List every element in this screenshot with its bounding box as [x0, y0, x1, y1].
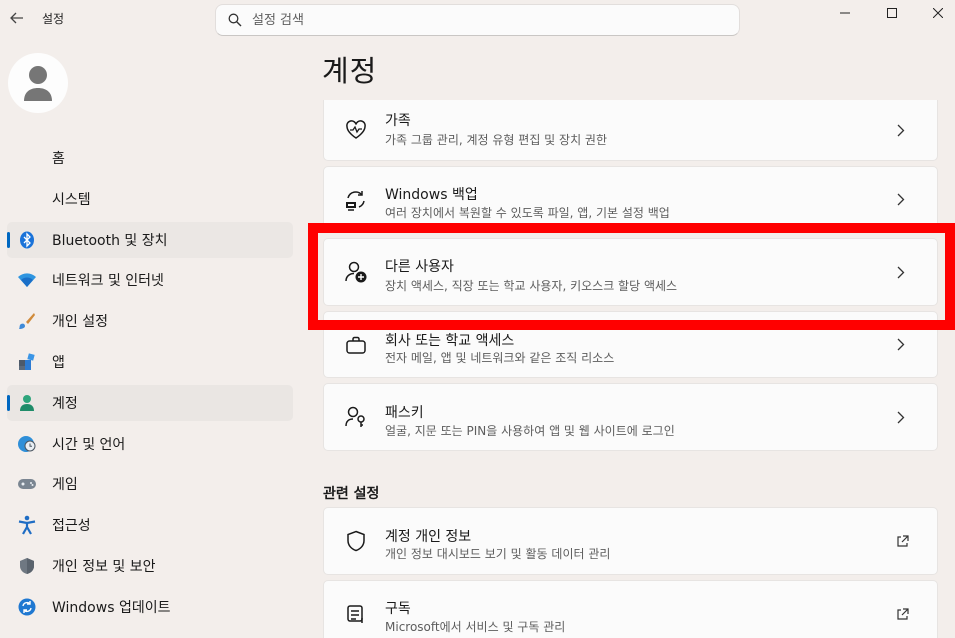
sidebar-item-apps[interactable]: 앱: [7, 344, 293, 380]
shield-icon: [17, 557, 37, 575]
sidebar-item-label: 시간 및 언어: [52, 436, 126, 453]
sidebar-item-accounts[interactable]: 계정: [7, 384, 293, 421]
briefcase-icon: [344, 333, 368, 357]
sidebar-item-label: 네트워크 및 인터넷: [52, 273, 164, 290]
card-subtitle: 여러 장치에서 복원할 수 있도록 파일, 앱, 기본 설정 백업: [385, 206, 670, 220]
card-title: 계정 개인 정보: [385, 529, 472, 545]
sidebar-item-label: Bluetooth 및 장치: [52, 232, 168, 249]
search-box[interactable]: [215, 4, 740, 36]
add-user-icon: [344, 260, 368, 284]
sidebar-item-personalization[interactable]: 개인 설정: [7, 303, 293, 339]
card-passkey[interactable]: 패스키 얼굴, 지문 또는 PIN을 사용하여 앱 및 웹 사이트에 로그인: [323, 383, 938, 451]
search-icon: [228, 13, 242, 27]
card-subtitle: 개인 정보 대시보드 보기 및 활동 데이터 관리: [385, 547, 611, 561]
card-subtitle: 전자 메일, 앱 및 네트워크와 같은 조직 리소스: [385, 351, 615, 365]
card-subtitle: Microsoft에서 서비스 및 구독 관리: [385, 620, 566, 634]
close-button[interactable]: [915, 0, 955, 26]
related-settings-label: 관련 설정: [323, 486, 380, 502]
card-title: 가족: [385, 113, 411, 129]
card-title: 회사 또는 학교 액세스: [385, 333, 515, 349]
back-button[interactable]: [6, 6, 28, 30]
card-subtitle: 장치 액세스, 직장 또는 학교 사용자, 키오스크 할당 액세스: [385, 279, 678, 293]
update-icon: [17, 598, 37, 616]
backup-icon: [344, 188, 368, 212]
card-other-users[interactable]: 다른 사용자 장치 액세스, 직장 또는 학교 사용자, 키오스크 할당 액세스: [323, 238, 938, 306]
card-windows-backup[interactable]: Windows 백업 여러 장치에서 복원할 수 있도록 파일, 앱, 기본 설…: [323, 166, 938, 233]
card-title: 다른 사용자: [385, 259, 454, 275]
shield-outline-icon: [344, 529, 368, 553]
sidebar-item-label: 개인 설정: [52, 314, 108, 331]
chevron-right-icon: [895, 123, 907, 137]
sidebar-item-label: 개인 정보 및 보안: [52, 558, 156, 575]
globe-clock-icon: [17, 435, 37, 453]
card-subtitle: 가족 그룹 관리, 계정 유형 편집 및 장치 권한: [385, 133, 608, 147]
card-family[interactable]: 가족 가족 그룹 관리, 계정 유형 편집 및 장치 권한: [323, 100, 938, 161]
minimize-button[interactable]: [822, 0, 868, 26]
minimize-icon: [840, 12, 850, 14]
back-arrow-icon: [10, 12, 23, 24]
user-avatar[interactable]: [8, 53, 68, 113]
sidebar-item-system[interactable]: 시스템: [7, 181, 293, 217]
external-link-icon: [895, 607, 909, 621]
sidebar-item-privacy-security[interactable]: 개인 정보 및 보안: [7, 548, 293, 584]
brush-icon: [17, 312, 37, 330]
accessibility-icon: [17, 515, 37, 535]
maximize-icon: [887, 8, 897, 18]
subscription-icon: [344, 602, 368, 626]
chevron-right-icon: [895, 265, 907, 279]
sidebar-item-label: 계정: [52, 395, 78, 412]
sidebar-item-label: 홈: [52, 151, 65, 167]
sidebar-item-network[interactable]: 네트워크 및 인터넷: [7, 262, 293, 298]
card-title: 패스키: [385, 405, 424, 421]
close-icon: [933, 8, 943, 18]
sidebar-item-bluetooth[interactable]: Bluetooth 및 장치: [7, 221, 293, 258]
card-subscriptions[interactable]: 구독 Microsoft에서 서비스 및 구독 관리: [323, 580, 938, 638]
card-title: Windows 백업: [385, 187, 478, 203]
sidebar-item-time-language[interactable]: 시간 및 언어: [7, 426, 293, 462]
maximize-button[interactable]: [869, 0, 915, 26]
chevron-right-icon: [895, 410, 907, 424]
sidebar-item-label: Windows 업데이트: [52, 599, 171, 616]
page-title: 계정: [322, 54, 378, 88]
search-input[interactable]: [252, 12, 712, 28]
user-silhouette-icon: [24, 66, 52, 101]
sidebar-item-label: 앱: [52, 354, 65, 371]
sidebar-item-label: 접근성: [52, 518, 91, 535]
card-account-privacy[interactable]: 계정 개인 정보 개인 정보 대시보드 보기 및 활동 데이터 관리: [323, 507, 938, 575]
family-heart-icon: [344, 118, 368, 142]
sidebar-item-accessibility[interactable]: 접근성: [7, 507, 293, 543]
external-link-icon: [895, 534, 909, 548]
chevron-right-icon: [895, 193, 907, 207]
app-title: 설정: [42, 12, 65, 26]
sidebar-item-label: 시스템: [52, 191, 91, 208]
gamepad-icon: [17, 475, 37, 493]
sidebar-item-gaming[interactable]: 게임: [7, 466, 293, 502]
sidebar-nav: 홈 시스템 Bluetooth 및 장치 네트워크 및 인터넷 개인 설정 앱 …: [7, 140, 293, 630]
sidebar-item-windows-update[interactable]: Windows 업데이트: [7, 589, 293, 625]
sidebar-item-label: 게임: [52, 477, 78, 494]
card-title: 구독: [385, 601, 411, 617]
account-icon: [17, 394, 37, 412]
chevron-right-icon: [895, 338, 907, 352]
apps-icon: [17, 353, 37, 371]
card-work-school-access[interactable]: 회사 또는 학교 액세스 전자 메일, 앱 및 네트워크와 같은 조직 리소스: [323, 311, 938, 378]
passkey-icon: [344, 405, 368, 429]
sidebar-item-home[interactable]: 홈: [7, 140, 293, 176]
wifi-icon: [17, 271, 37, 289]
bluetooth-icon: [17, 231, 37, 249]
card-subtitle: 얼굴, 지문 또는 PIN을 사용하여 앱 및 웹 사이트에 로그인: [385, 424, 675, 438]
